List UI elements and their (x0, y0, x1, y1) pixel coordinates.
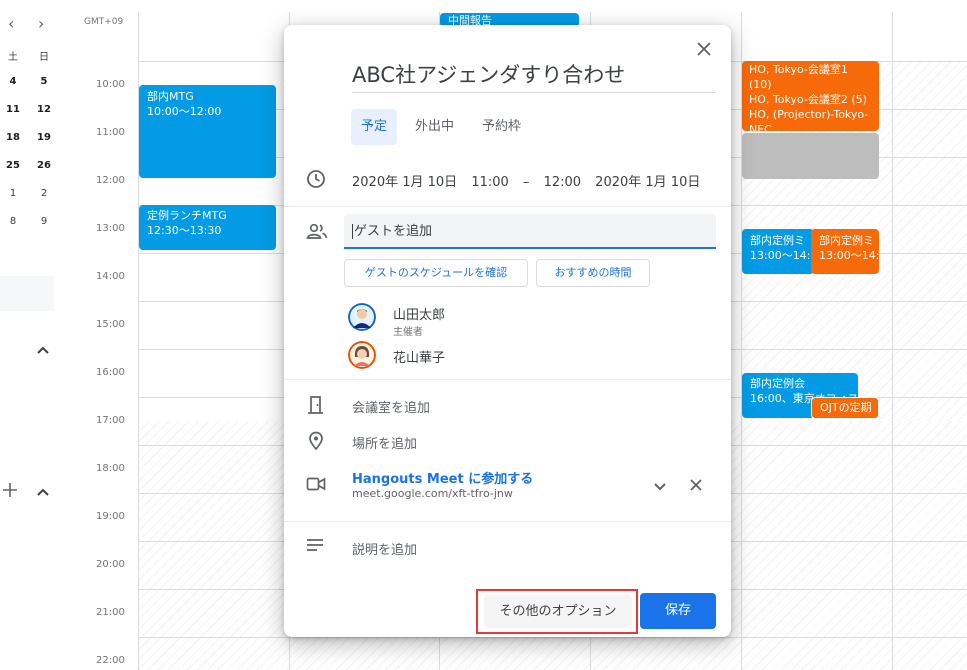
hour-label: 22:00 (96, 655, 125, 666)
mini-day[interactable]: 9 (34, 216, 54, 227)
text-caret (352, 224, 353, 239)
event-title: 定例ランチMTG (147, 209, 227, 222)
hour-label: 17:00 (96, 415, 125, 426)
guest-name: 山田太郎 (393, 308, 446, 323)
event-time: 13:00～14:0 (819, 249, 879, 262)
tab-appointment-slots[interactable]: 予約枠 (472, 109, 531, 145)
close-icon[interactable] (692, 39, 716, 63)
suggested-times-button[interactable]: おすすめの時間 (536, 259, 650, 287)
check-guest-schedule-button[interactable]: ゲストのスケジュールを確認 (344, 259, 528, 287)
guest-input[interactable]: ゲストを追加 (344, 214, 716, 249)
timezone-label: GMT+09 (84, 17, 124, 27)
hangouts-meet-link[interactable]: Hangouts Meet に参加する (352, 468, 533, 487)
event-title: 部内MTG (147, 90, 194, 103)
hour-label: 20:00 (96, 559, 125, 570)
event-type-tabs: 予定 外出中 予約枠 (351, 109, 531, 145)
hour-label: 21:00 (96, 607, 125, 618)
event-datetime[interactable]: 2020年 1月 10日 11:00 – 12:00 2020年 1月 10日 (352, 171, 710, 190)
add-location-field[interactable]: 場所を追加 (352, 433, 417, 452)
mini-day[interactable]: 19 (34, 132, 54, 143)
notes-icon (306, 537, 330, 561)
event-title: 部内定例ミ (819, 234, 874, 247)
save-button[interactable]: 保存 (640, 593, 716, 629)
divider (284, 379, 731, 380)
hour-label: 18:00 (96, 463, 125, 474)
event-title-input[interactable]: ABC社アジェンダすり合わせ (352, 61, 716, 93)
event-time: 13:00～14: (750, 249, 811, 262)
video-camera-icon (306, 476, 330, 500)
add-description-field[interactable]: 説明を追加 (352, 539, 417, 558)
weekday-label: 土 (8, 52, 18, 63)
hour-label: 14:00 (96, 271, 125, 282)
hour-label: 15:00 (96, 319, 125, 330)
mini-day[interactable]: 1 (3, 188, 23, 199)
start-date[interactable]: 2020年 1月 10日 (352, 175, 457, 190)
event-bumon-mtg[interactable]: 部内MTG 10:00～12:00 (139, 85, 276, 178)
mini-day[interactable]: 11 (3, 104, 23, 115)
divider (284, 521, 731, 522)
day-divider (892, 12, 893, 670)
event-bunai-teirei[interactable]: 部内定例ミ 13:00～14: (742, 229, 814, 274)
hour-label: 10:00 (96, 79, 125, 90)
remove-meet-close-icon[interactable] (684, 474, 708, 498)
tab-event[interactable]: 予定 (351, 109, 398, 145)
event-title: 部内定例会 (750, 377, 805, 390)
event-quick-create-dialog: ABC社アジェンダすり合わせ 予定 外出中 予約枠 2020年 1月 10日 1… (284, 25, 731, 637)
add-room-field[interactable]: 会議室を追加 (352, 397, 430, 416)
divider (284, 206, 731, 207)
event-location: HO, Tokyo-会議室2 (5) (749, 93, 867, 106)
add-calendar-icon[interactable] (3, 478, 17, 502)
door-icon (306, 395, 330, 419)
mini-day[interactable]: 2 (34, 188, 54, 199)
mini-day[interactable]: 12 (34, 104, 54, 115)
chevron-left-icon[interactable]: ‹ (8, 14, 14, 33)
event-room-booking[interactable]: HO, Tokyo-会議室1 (10) HO, Tokyo-会議室2 (5) H… (742, 61, 879, 131)
chevron-up-icon[interactable] (37, 484, 49, 500)
event-lunch-mtg[interactable]: 定例ランチMTG 12:30～13:30 (139, 205, 276, 250)
chevron-up-icon[interactable] (37, 342, 49, 358)
start-time[interactable]: 11:00 (471, 175, 508, 190)
avatar (348, 303, 376, 331)
chevron-right-icon[interactable]: › (38, 14, 44, 33)
location-pin-icon (306, 431, 330, 455)
weekday-label: 日 (39, 52, 49, 63)
guest-input-placeholder: ゲストを追加 (354, 224, 433, 239)
event-time: 10:00～12:00 (147, 105, 222, 118)
mini-day[interactable]: 4 (3, 76, 23, 87)
hour-label: 19:00 (96, 511, 125, 522)
end-time[interactable]: 12:00 (544, 175, 581, 190)
mini-day[interactable]: 18 (3, 132, 23, 143)
mini-day[interactable]: 5 (34, 76, 54, 87)
guest-name: 花山華子 (393, 351, 446, 366)
tab-out-of-office[interactable]: 外出中 (405, 109, 464, 145)
chevron-down-icon[interactable] (648, 474, 672, 498)
end-date[interactable]: 2020年 1月 10日 (595, 175, 700, 190)
mini-day[interactable]: 8 (3, 216, 23, 227)
time-separator: – (522, 175, 530, 190)
event-location: HO, (Projector)-Tokyo-NEC (749, 108, 869, 131)
sidebar-highlight (0, 276, 54, 311)
event-busy-block[interactable] (742, 133, 879, 179)
clock-icon (306, 169, 330, 193)
meet-url: meet.google.com/xft-tfro-jnw (352, 487, 513, 500)
avatar (348, 341, 376, 369)
event-title: OJTの定期 (820, 401, 872, 414)
people-icon (306, 223, 330, 247)
hour-label: 16:00 (96, 367, 125, 378)
event-title: HO, Tokyo-会議室1 (10) (749, 63, 848, 91)
event-title: 部内定例ミ (750, 234, 805, 247)
hour-label: 12:00 (96, 175, 125, 186)
more-options-button[interactable]: その他のオプション (484, 595, 632, 628)
hour-label: 13:00 (96, 223, 125, 234)
guest-role: 主催者 (393, 327, 423, 338)
event-time: 12:30～13:30 (147, 224, 222, 237)
hour-line (138, 637, 967, 638)
event-ojt[interactable]: OJTの定期 (811, 397, 879, 419)
hour-label: 11:00 (96, 127, 125, 138)
mini-day[interactable]: 25 (3, 160, 23, 171)
event-bunai-teirei-2[interactable]: 部内定例ミ 13:00～14:0 (811, 229, 879, 274)
mini-day[interactable]: 26 (34, 160, 54, 171)
